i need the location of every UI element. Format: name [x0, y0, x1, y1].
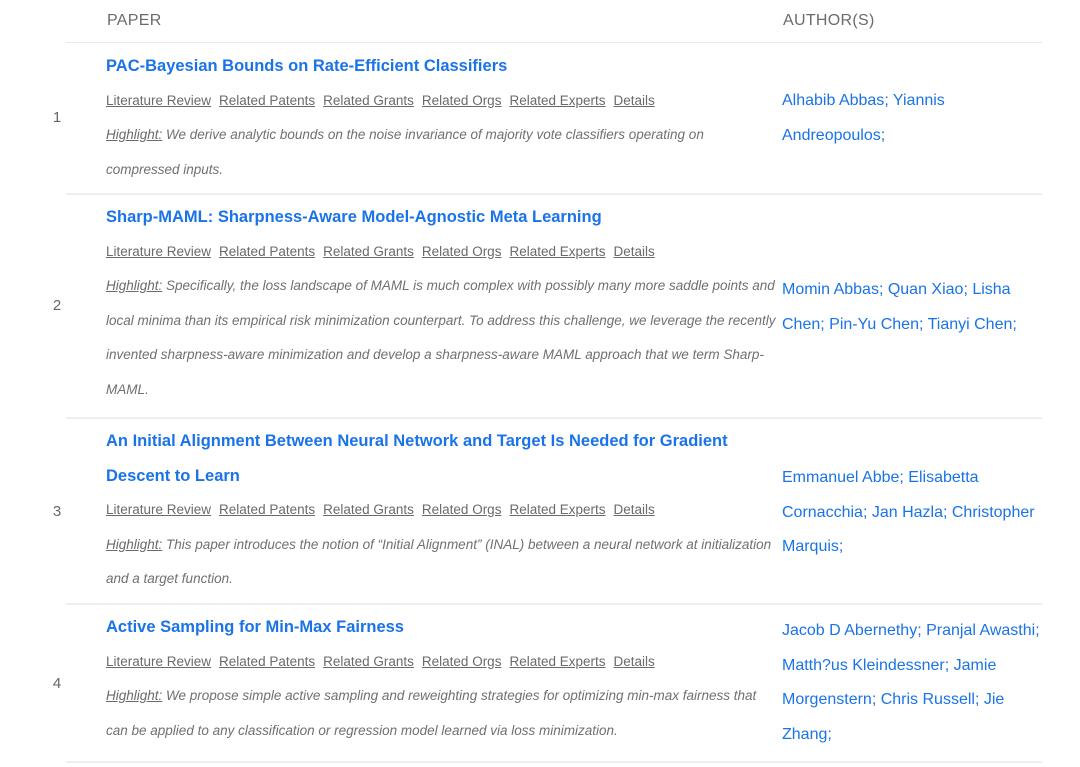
paper-column-header: PAPER — [107, 12, 162, 29]
literature-review-link[interactable]: Literature Review — [106, 654, 211, 669]
related-grants-link[interactable]: Related Grants — [323, 93, 414, 108]
related-orgs-link[interactable]: Related Orgs — [422, 654, 502, 669]
related-patents-link[interactable]: Related Patents — [219, 502, 315, 517]
paper-highlight: Highlight: We derive analytic bounds on … — [106, 118, 776, 187]
author-link[interactable]: Tianyi Chen — [928, 316, 1013, 333]
details-link[interactable]: Details — [614, 93, 655, 108]
paper-links: Literature Review Related Patents Related … — [106, 493, 776, 528]
related-experts-link[interactable]: Related Experts — [509, 244, 605, 259]
related-patents-link[interactable]: Related Patents — [219, 244, 315, 259]
authors-cell: Alhabib Abbas; Yiannis Andreopoulos; — [782, 92, 945, 144]
highlight-text: This paper introduces the notion of “Ini… — [106, 536, 772, 587]
related-grants-link[interactable]: Related Grants — [323, 502, 414, 517]
authors-cell: Jacob D Abernethy; Pranjal Awasthi; Matt… — [782, 622, 1040, 743]
row-index: 4 — [52, 675, 62, 692]
paper-title-link[interactable]: An Initial Alignment Between Neural Netw… — [106, 424, 776, 493]
paper-highlight: Highlight: This paper introduces the not… — [106, 528, 776, 597]
table-header: PAPER AUTHOR(S) — [0, 0, 1080, 44]
highlight-label: Highlight: — [106, 688, 163, 703]
author-link[interactable]: Alhabib Abbas — [782, 92, 884, 109]
table-row: 1 PAC-Bayesian Bounds on Rate-Efficient C… — [0, 44, 1080, 195]
related-experts-link[interactable]: Related Experts — [509, 502, 605, 517]
related-experts-link[interactable]: Related Experts — [509, 654, 605, 669]
author-link[interactable]: Chris Russell — [881, 691, 975, 708]
related-orgs-link[interactable]: Related Orgs — [422, 244, 502, 259]
paper-links: Literature Review Related Patents Related … — [106, 84, 776, 119]
paper-title-line: PAC-Bayesian Bounds on Rate-Efficient Cl… — [106, 57, 508, 75]
highlight-label: Highlight: — [106, 127, 163, 142]
author-link[interactable]: Jacob D Abernethy — [782, 622, 917, 639]
paper-title-line: Descent to Learn — [106, 466, 240, 485]
row-index: 3 — [52, 503, 62, 520]
paper-cell: An Initial Alignment Between Neural Netw… — [106, 424, 776, 597]
authors-cell: Emmanuel Abbe; Elisabetta Cornacchia; Ja… — [782, 469, 1035, 555]
highlight-label: Highlight: — [106, 278, 163, 293]
authors-column-header: AUTHOR(S) — [783, 12, 875, 29]
details-link[interactable]: Details — [614, 244, 655, 259]
related-experts-link[interactable]: Related Experts — [509, 93, 605, 108]
highlight-label: Highlight: — [106, 536, 163, 552]
paper-links: Literature Review Related Patents Related … — [106, 645, 776, 680]
related-grants-link[interactable]: Related Grants — [323, 244, 414, 259]
table-row: 3 An Initial Alignment Between Neural Net… — [0, 419, 1080, 605]
table-row: 4 Active Sampling for Min-Max Fairness Lit… — [0, 605, 1080, 763]
highlight-text: We derive analytic bounds on the noise i… — [106, 127, 704, 177]
author-link[interactable]: Pranjal Awasthi — [926, 622, 1035, 639]
details-link[interactable]: Details — [614, 654, 655, 669]
author-link[interactable]: Emmanuel Abbe — [782, 469, 899, 486]
literature-review-link[interactable]: Literature Review — [106, 502, 211, 517]
row-divider — [66, 761, 1042, 763]
paper-title-line: An Initial Alignment Between Neural Netw… — [106, 432, 728, 450]
paper-cell: Sharp-MAML: Sharpness-Aware Model-Agnost… — [106, 200, 776, 407]
row-index: 2 — [52, 297, 62, 314]
table-row: 2 Sharp-MAML: Sharpness-Aware Model-Agnos… — [0, 195, 1080, 419]
paper-title-line: Active Sampling for Min-Max Fairness — [106, 618, 404, 636]
related-patents-link[interactable]: Related Patents — [219, 654, 315, 669]
row-index: 1 — [52, 109, 62, 126]
paper-highlight: Highlight: We propose simple active samp… — [106, 679, 776, 748]
paper-cell: Active Sampling for Min-Max Fairness Lite… — [106, 610, 776, 748]
literature-review-link[interactable]: Literature Review — [106, 244, 211, 259]
author-link[interactable]: Momin Abbas — [782, 281, 879, 298]
paper-highlight: Highlight: Specifically, the loss landsc… — [106, 269, 776, 407]
paper-title-link[interactable]: Sharp-MAML: Sharpness-Aware Model-Agnost… — [106, 200, 776, 235]
paper-links: Literature Review Related Patents Related … — [106, 235, 776, 270]
paper-title-link[interactable]: PAC-Bayesian Bounds on Rate-Efficient Cl… — [106, 49, 776, 84]
related-patents-link[interactable]: Related Patents — [219, 93, 315, 108]
highlight-text: Specifically, the loss landscape of MAML… — [106, 278, 776, 397]
related-orgs-link[interactable]: Related Orgs — [422, 93, 502, 108]
author-link[interactable]: Matth?us Kleindessner — [782, 657, 945, 674]
related-grants-link[interactable]: Related Grants — [323, 654, 414, 669]
author-link[interactable]: Quan Xiao — [888, 281, 964, 298]
author-link[interactable]: Pin-Yu Chen — [829, 316, 919, 333]
details-link[interactable]: Details — [614, 502, 655, 517]
author-link[interactable]: Jan Hazla — [872, 504, 943, 521]
related-orgs-link[interactable]: Related Orgs — [422, 502, 502, 517]
literature-review-link[interactable]: Literature Review — [106, 93, 211, 108]
highlight-text: We propose simple active sampling and re… — [106, 688, 757, 738]
header-divider — [66, 42, 1042, 43]
paper-cell: PAC-Bayesian Bounds on Rate-Efficient Cl… — [106, 49, 776, 187]
paper-title-line: Sharp-MAML: Sharpness-Aware Model-Agnost… — [106, 208, 602, 226]
paper-title-link[interactable]: Active Sampling for Min-Max Fairness — [106, 610, 776, 645]
authors-cell: Momin Abbas; Quan Xiao; Lisha Chen; Pin-… — [782, 281, 1017, 333]
